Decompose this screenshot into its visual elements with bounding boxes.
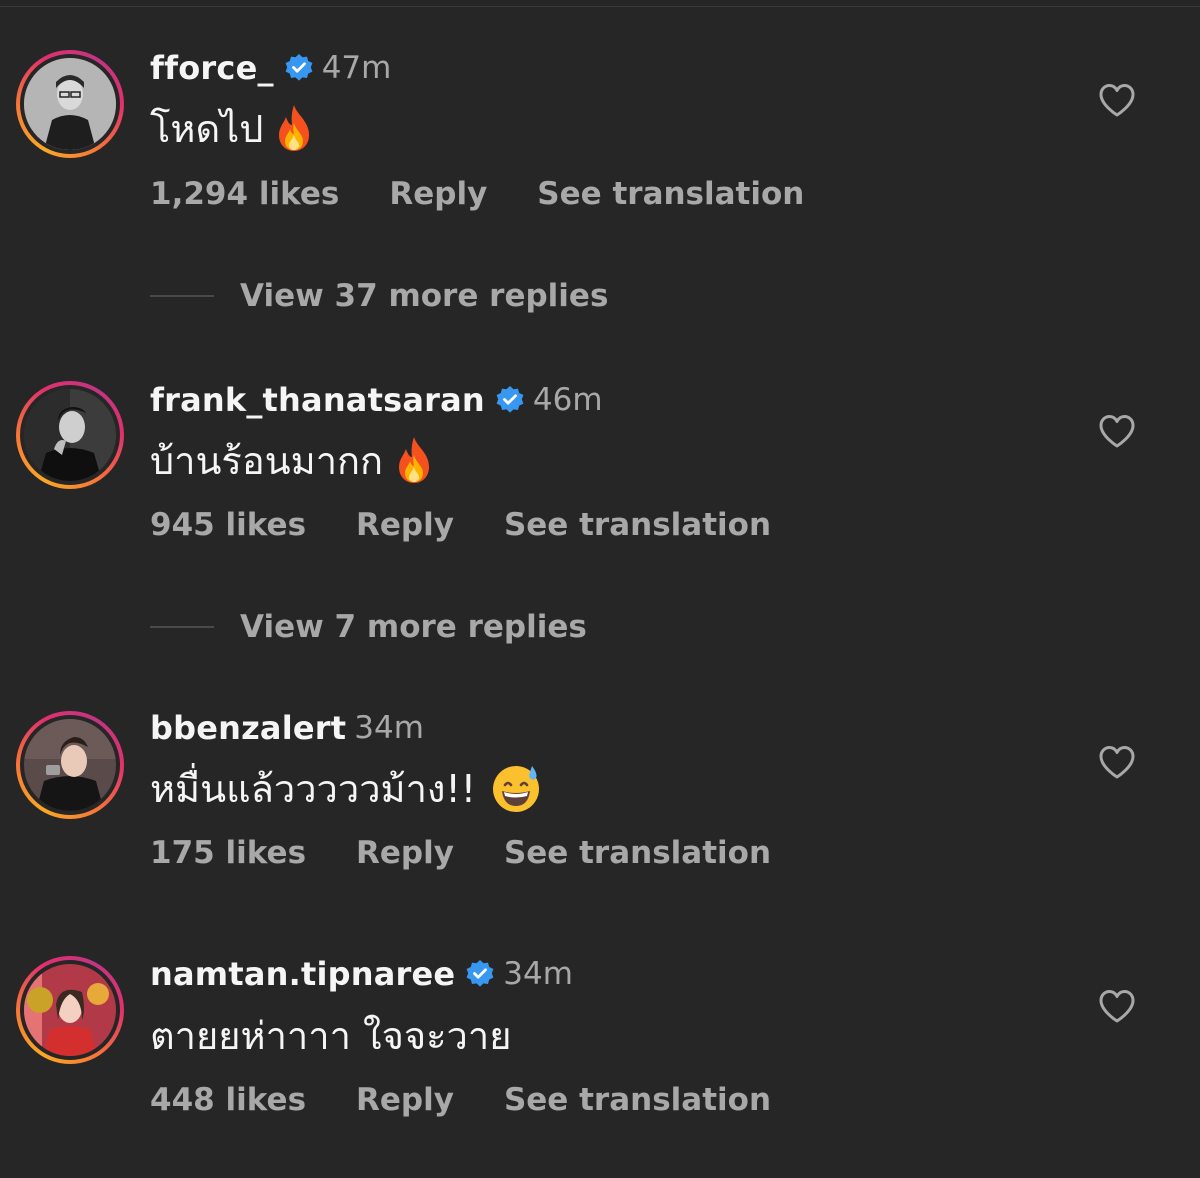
- comment-time: 47m: [321, 50, 392, 86]
- view-more-replies-label[interactable]: View 7 more replies: [240, 609, 587, 645]
- comment-text: ตายยห่าาาา ใจจะวาย: [150, 1013, 512, 1058]
- reply-button[interactable]: Reply: [356, 835, 454, 871]
- fire-emoji-icon: [399, 437, 430, 483]
- avatar[interactable]: [24, 58, 116, 150]
- view-more-replies[interactable]: View 7 more replies: [150, 605, 587, 649]
- fire-emoji-icon: [279, 105, 310, 151]
- top-divider: [0, 0, 1200, 7]
- comment-username[interactable]: fforce_: [150, 49, 274, 87]
- verified-badge-icon: [466, 960, 494, 987]
- likes-count[interactable]: 1,294 likes: [150, 176, 339, 212]
- verified-badge-icon: [285, 54, 313, 81]
- avatar[interactable]: [24, 719, 116, 811]
- heart-icon[interactable]: [1098, 413, 1136, 449]
- avatar[interactable]: [24, 389, 116, 481]
- avatar-story-ring[interactable]: [16, 381, 124, 489]
- heart-icon[interactable]: [1098, 988, 1136, 1024]
- reply-button[interactable]: Reply: [389, 176, 487, 212]
- comment-time: 34m: [503, 956, 573, 992]
- view-more-replies[interactable]: View 37 more replies: [150, 274, 608, 318]
- comment-time: 46m: [532, 382, 603, 418]
- grinning-sweat-emoji-icon: [492, 766, 539, 812]
- comment-username[interactable]: frank_thanatsaran: [150, 381, 485, 419]
- avatar-story-ring[interactable]: [16, 956, 124, 1064]
- avatar[interactable]: [24, 964, 116, 1056]
- replies-divider: [150, 626, 214, 628]
- verified-badge-icon: [496, 386, 524, 413]
- see-translation-link[interactable]: See translation: [504, 835, 771, 871]
- avatar-story-ring[interactable]: [16, 50, 124, 158]
- comment-username[interactable]: namtan.tipnaree: [150, 955, 455, 993]
- reply-button[interactable]: Reply: [356, 507, 454, 543]
- see-translation-link[interactable]: See translation: [504, 1082, 771, 1118]
- see-translation-link[interactable]: See translation: [504, 507, 771, 543]
- comment-username[interactable]: bbenzalert: [150, 709, 346, 747]
- likes-count[interactable]: 175 likes: [150, 835, 306, 871]
- see-translation-link[interactable]: See translation: [537, 176, 804, 212]
- likes-count[interactable]: 448 likes: [150, 1082, 306, 1118]
- view-more-replies-label[interactable]: View 37 more replies: [240, 278, 608, 314]
- heart-icon[interactable]: [1098, 744, 1136, 780]
- comment-time: 34m: [354, 710, 424, 746]
- comment-text: หมื่นแล้วววววม้าง!!: [150, 766, 476, 811]
- heart-icon[interactable]: [1098, 82, 1136, 118]
- comment-text: โหดไป: [150, 106, 264, 151]
- comment-text: บ้านร้อนมากก: [150, 438, 384, 483]
- likes-count[interactable]: 945 likes: [150, 507, 306, 543]
- reply-button[interactable]: Reply: [356, 1082, 454, 1118]
- replies-divider: [150, 295, 214, 297]
- avatar-story-ring[interactable]: [16, 711, 124, 819]
